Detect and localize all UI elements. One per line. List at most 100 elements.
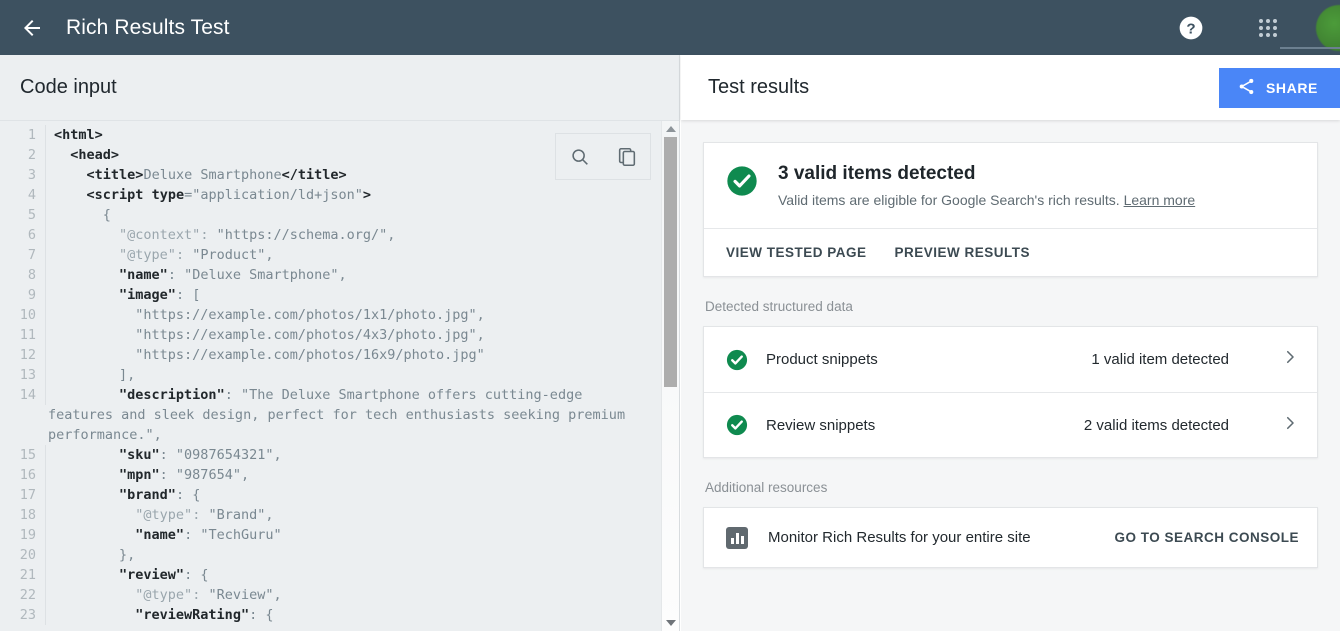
help-circle-icon[interactable]: ? — [1178, 15, 1204, 41]
code-editor-content[interactable]: 1 <html> 2 <head> 3 <title>Deluxe Smartphon… — [0, 121, 661, 631]
detected-structured-data-card: Product snippets 1 valid item detected Rev… — [703, 326, 1318, 458]
check-circle-icon — [726, 414, 748, 436]
line-content: <html> — [54, 127, 103, 143]
summary-status: 3 valid items detected Valid items are e… — [704, 143, 1317, 228]
apps-grid-icon[interactable] — [1256, 16, 1280, 40]
line-content: <title>Deluxe Smartphone</title> — [86, 167, 347, 183]
summary-card: 3 valid items detected Valid items are e… — [703, 142, 1318, 277]
code-line: 11 "https://example.com/photos/4x3/photo… — [0, 325, 661, 345]
line-number: 4 — [0, 185, 46, 205]
code-line: 6 "@context": "https://schema.org/", — [0, 225, 661, 245]
line-number: 13 — [0, 365, 46, 385]
code-input-title: Code input — [20, 76, 117, 98]
preview-results-button[interactable]: PREVIEW RESULTS — [895, 245, 1031, 260]
line-content: "review": { — [119, 567, 209, 583]
chevron-right-icon[interactable] — [1281, 414, 1299, 437]
line-content: <script type="application/ld+json"> — [86, 187, 372, 203]
results-body: 3 valid items detected Valid items are e… — [681, 120, 1340, 631]
line-number: 14 — [0, 385, 46, 405]
code-input-pane: Code input 1 <html> 2 <head> 3 <title>Delux… — [0, 55, 680, 631]
structured-data-row[interactable]: Review snippets 2 valid items detected — [704, 392, 1317, 457]
summary-actions: VIEW TESTED PAGE PREVIEW RESULTS — [704, 228, 1317, 276]
structured-data-name: Review snippets — [766, 416, 876, 434]
line-content: "name": "Deluxe Smartphone", — [119, 267, 347, 283]
code-line: 4 <script type="application/ld+json"> — [0, 185, 661, 205]
code-line: 7 "@type": "Product", — [0, 245, 661, 265]
line-number: 12 — [0, 345, 46, 365]
line-content: "@context": "https://schema.org/", — [119, 227, 396, 243]
svg-text:?: ? — [1186, 20, 1195, 37]
line-content: "@type": "Brand", — [135, 507, 274, 523]
line-content: "name": "TechGuru" — [135, 527, 282, 543]
resource-row[interactable]: Monitor Rich Results for your entire sit… — [703, 507, 1318, 568]
line-number: 18 — [0, 505, 46, 525]
search-icon[interactable] — [569, 146, 591, 168]
bar-chart-icon — [726, 526, 748, 549]
code-line-wrap: features and sleek design, perfect for t… — [48, 407, 626, 423]
additional-resources-label: Additional resources — [705, 480, 828, 495]
line-content: "brand": { — [119, 487, 201, 503]
learn-more-link[interactable]: Learn more — [1124, 192, 1196, 208]
copy-icon[interactable] — [616, 146, 638, 168]
line-content: "@type": "Review", — [135, 587, 282, 603]
view-tested-page-button[interactable]: VIEW TESTED PAGE — [726, 245, 867, 260]
line-number: 10 — [0, 305, 46, 325]
avatar[interactable] — [1316, 4, 1340, 51]
share-button[interactable]: SHARE — [1218, 67, 1340, 108]
line-number: 9 — [0, 285, 46, 305]
chevron-right-icon[interactable] — [1281, 348, 1299, 371]
line-content: "description": "The Deluxe Smartphone of… — [119, 387, 583, 403]
test-results-pane: Test results SHARE 3 valid items detecte… — [681, 55, 1340, 631]
check-circle-icon — [726, 165, 758, 197]
line-number: 19 — [0, 525, 46, 545]
summary-subtext-text: Valid items are eligible for Google Sear… — [778, 192, 1124, 208]
code-line: 12 "https://example.com/photos/16x9/phot… — [0, 345, 661, 365]
line-number: 5 — [0, 205, 46, 225]
line-number: 6 — [0, 225, 46, 245]
line-content: "image": [ — [119, 287, 201, 303]
code-editor[interactable]: 1 <html> 2 <head> 3 <title>Deluxe Smartphon… — [0, 120, 679, 631]
line-content: }, — [54, 547, 136, 563]
scrollbar-thumb[interactable] — [664, 137, 677, 387]
line-number: 2 — [0, 145, 46, 165]
results-title: Test results — [708, 76, 810, 98]
results-header: Test results SHARE — [681, 55, 1340, 120]
code-line-wrap: performance.", — [48, 427, 162, 443]
line-content: "https://example.com/photos/4x3/photo.jp… — [54, 327, 485, 343]
code-line: 16 "mpn": "987654", — [0, 465, 661, 485]
code-line: 19 "name": "TechGuru" — [0, 525, 661, 545]
line-content: "reviewRating": { — [135, 607, 274, 623]
code-scrollbar[interactable] — [661, 121, 679, 631]
structured-data-count: 2 valid items detected — [1083, 416, 1229, 434]
resource-label: Monitor Rich Results for your entire sit… — [768, 529, 1031, 546]
scroll-down-arrow-icon[interactable] — [662, 615, 679, 631]
page-title: Rich Results Test — [66, 15, 230, 39]
line-content: "mpn": "987654", — [119, 467, 250, 483]
code-line: 17 "brand": { — [0, 485, 661, 505]
structured-data-row[interactable]: Product snippets 1 valid item detected — [704, 327, 1317, 392]
line-number: 23 — [0, 605, 46, 625]
line-number: 7 — [0, 245, 46, 265]
line-content: "https://example.com/photos/16x9/photo.j… — [54, 347, 485, 363]
share-icon — [1237, 77, 1256, 99]
line-number: 8 — [0, 265, 46, 285]
line-content: { — [54, 207, 111, 223]
line-number: 3 — [0, 165, 46, 185]
back-arrow-icon[interactable] — [20, 16, 44, 40]
appbar-actions: ? — [1178, 0, 1340, 55]
code-line: 23 "reviewRating": { — [0, 605, 661, 625]
summary-heading: 3 valid items detected — [778, 163, 976, 184]
line-number: 17 — [0, 485, 46, 505]
code-line: 18 "@type": "Brand", — [0, 505, 661, 525]
go-to-search-console-button[interactable]: GO TO SEARCH CONSOLE — [1114, 530, 1299, 545]
line-content: "@type": "Product", — [119, 247, 274, 263]
scroll-up-arrow-icon[interactable] — [662, 121, 679, 137]
line-number: 11 — [0, 325, 46, 345]
structured-data-name: Product snippets — [766, 351, 878, 368]
code-line: 5 { — [0, 205, 661, 225]
structured-data-count: 1 valid item detected — [1091, 351, 1229, 368]
line-number: 16 — [0, 465, 46, 485]
line-number: 20 — [0, 545, 46, 565]
line-content: ], — [54, 367, 136, 383]
code-line: 14 "description": "The Deluxe Smartphone… — [0, 385, 661, 405]
